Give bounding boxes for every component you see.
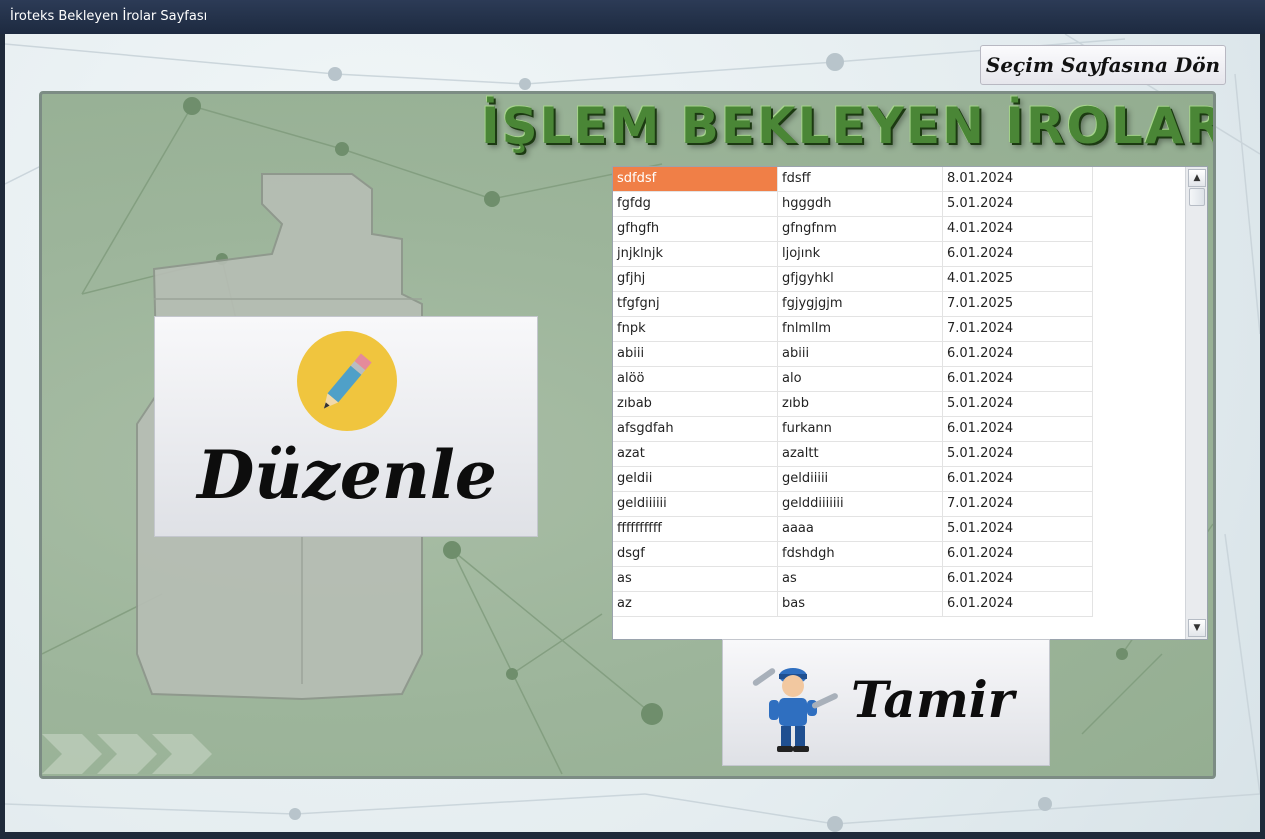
table-row[interactable]: zıbab zıbb 5.01.2024 <box>613 392 1187 417</box>
table-cell[interactable]: jnjklnjk <box>613 242 778 267</box>
table-cell[interactable]: 7.01.2024 <box>943 317 1093 342</box>
table-cell[interactable]: 5.01.2024 <box>943 517 1093 542</box>
scroll-thumb[interactable] <box>1189 188 1205 206</box>
table-cell[interactable]: fdsff <box>778 167 943 192</box>
page-heading: İŞLEM BEKLEYEN İROLAR <box>481 97 1216 155</box>
table-row[interactable]: fgfdg hgggdh 5.01.2024 <box>613 192 1187 217</box>
table-cell[interactable]: az <box>613 592 778 617</box>
table-cell[interactable]: fnlmllm <box>778 317 943 342</box>
pencil-icon <box>297 331 397 431</box>
table-row[interactable]: alöö alo 6.01.2024 <box>613 367 1187 392</box>
window-titlebar: İroteks Bekleyen İrolar Sayfası <box>0 0 1265 34</box>
table-cell[interactable]: dsgf <box>613 542 778 567</box>
table-cell[interactable]: 6.01.2024 <box>943 567 1093 592</box>
table-cell[interactable]: ffffffffff <box>613 517 778 542</box>
table-cell[interactable]: ljojınk <box>778 242 943 267</box>
back-to-selection-button[interactable]: Seçim Sayfasına Dön <box>980 45 1226 85</box>
table-row[interactable]: dsgf fdshdgh 6.01.2024 <box>613 542 1187 567</box>
repair-button[interactable]: Tamir <box>722 639 1050 766</box>
table-cell[interactable]: gfjgyhkl <box>778 267 943 292</box>
table-cell[interactable]: 4.01.2025 <box>943 267 1093 292</box>
table-cell[interactable]: furkann <box>778 417 943 442</box>
table-cell[interactable]: aaaa <box>778 517 943 542</box>
window-client-area: Seçim Sayfasına Dön İŞLEM BEKLEYEN İROLA… <box>5 34 1260 832</box>
main-panel: İŞLEM BEKLEYEN İROLAR Düzenle sdfdsf fdsf… <box>39 91 1216 779</box>
table-cell[interactable]: 5.01.2024 <box>943 392 1093 417</box>
table-row[interactable]: abiii abiii 6.01.2024 <box>613 342 1187 367</box>
table-cell[interactable]: azat <box>613 442 778 467</box>
table-row[interactable]: azat azaltt 5.01.2024 <box>613 442 1187 467</box>
table-cell[interactable]: tfgfgnj <box>613 292 778 317</box>
table-cell[interactable]: gelddiiiiiii <box>778 492 943 517</box>
table-cell[interactable]: gfhgfh <box>613 217 778 242</box>
table-row[interactable]: afsgdfah furkann 6.01.2024 <box>613 417 1187 442</box>
edit-button-label: Düzenle <box>197 436 497 514</box>
table-cell[interactable]: bas <box>778 592 943 617</box>
table-cell[interactable]: afsgdfah <box>613 417 778 442</box>
table-cell[interactable]: 6.01.2024 <box>943 417 1093 442</box>
table-cell[interactable]: 6.01.2024 <box>943 467 1093 492</box>
table-cell[interactable]: fgfdg <box>613 192 778 217</box>
table-cell[interactable]: fdshdgh <box>778 542 943 567</box>
window-title: İroteks Bekleyen İrolar Sayfası <box>10 9 208 24</box>
vertical-scrollbar[interactable]: ▲ ▼ <box>1185 167 1207 639</box>
table-cell[interactable]: fnpk <box>613 317 778 342</box>
table-cell[interactable]: gfngfnm <box>778 217 943 242</box>
table-row[interactable]: tfgfgnj fgjygjgjm 7.01.2025 <box>613 292 1187 317</box>
table-row[interactable]: gfhgfh gfngfnm 4.01.2024 <box>613 217 1187 242</box>
table-cell[interactable]: abiii <box>778 342 943 367</box>
table-cell[interactable]: 6.01.2024 <box>943 542 1093 567</box>
table-cell[interactable]: 5.01.2024 <box>943 442 1093 467</box>
table-row[interactable]: geldiiiiii gelddiiiiiii 7.01.2024 <box>613 492 1187 517</box>
mechanic-icon <box>752 668 838 752</box>
table-cell[interactable]: 7.01.2025 <box>943 292 1093 317</box>
repair-button-label: Tamir <box>851 670 1015 729</box>
table-row[interactable]: fnpk fnlmllm 7.01.2024 <box>613 317 1187 342</box>
table-cell[interactable]: hgggdh <box>778 192 943 217</box>
table-cell[interactable]: 6.01.2024 <box>943 342 1093 367</box>
table-cell[interactable]: azaltt <box>778 442 943 467</box>
table-row[interactable]: ffffffffff aaaa 5.01.2024 <box>613 517 1187 542</box>
table-cell[interactable]: geldii <box>613 467 778 492</box>
table-cell[interactable]: sdfdsf <box>613 167 778 192</box>
table-cell[interactable]: geldiiiii <box>778 467 943 492</box>
table-cell[interactable]: 6.01.2024 <box>943 592 1093 617</box>
table-cell[interactable]: 4.01.2024 <box>943 217 1093 242</box>
table-cell[interactable]: alo <box>778 367 943 392</box>
table-cell[interactable]: abiii <box>613 342 778 367</box>
table-cell[interactable]: 6.01.2024 <box>943 367 1093 392</box>
table-cell[interactable]: 6.01.2024 <box>943 242 1093 267</box>
table-row[interactable]: gfjhj gfjgyhkl 4.01.2025 <box>613 267 1187 292</box>
table-cell[interactable]: zıbb <box>778 392 943 417</box>
table-row[interactable]: geldii geldiiiii 6.01.2024 <box>613 467 1187 492</box>
edit-button[interactable]: Düzenle <box>154 316 538 537</box>
table-cell[interactable]: 8.01.2024 <box>943 167 1093 192</box>
table-cell[interactable]: fgjygjgjm <box>778 292 943 317</box>
table-row[interactable]: as as 6.01.2024 <box>613 567 1187 592</box>
table-row[interactable]: az bas 6.01.2024 <box>613 592 1187 617</box>
table-cell[interactable]: alöö <box>613 367 778 392</box>
table-row[interactable]: sdfdsf fdsff 8.01.2024 <box>613 167 1187 192</box>
pending-items-table[interactable]: sdfdsf fdsff 8.01.2024 fgfdg hgggdh 5.01.2024… <box>612 166 1208 640</box>
scroll-up-icon[interactable]: ▲ <box>1188 169 1206 187</box>
table-cell[interactable]: geldiiiiii <box>613 492 778 517</box>
scroll-down-icon[interactable]: ▼ <box>1188 619 1206 637</box>
table-cell[interactable]: gfjhj <box>613 267 778 292</box>
table-cell[interactable]: as <box>613 567 778 592</box>
table-cell[interactable]: 5.01.2024 <box>943 192 1093 217</box>
table-cell[interactable]: zıbab <box>613 392 778 417</box>
table-row[interactable]: jnjklnjk ljojınk 6.01.2024 <box>613 242 1187 267</box>
table-body: sdfdsf fdsff 8.01.2024 fgfdg hgggdh 5.01.2024… <box>613 167 1187 617</box>
table-cell[interactable]: 7.01.2024 <box>943 492 1093 517</box>
table-cell[interactable]: as <box>778 567 943 592</box>
